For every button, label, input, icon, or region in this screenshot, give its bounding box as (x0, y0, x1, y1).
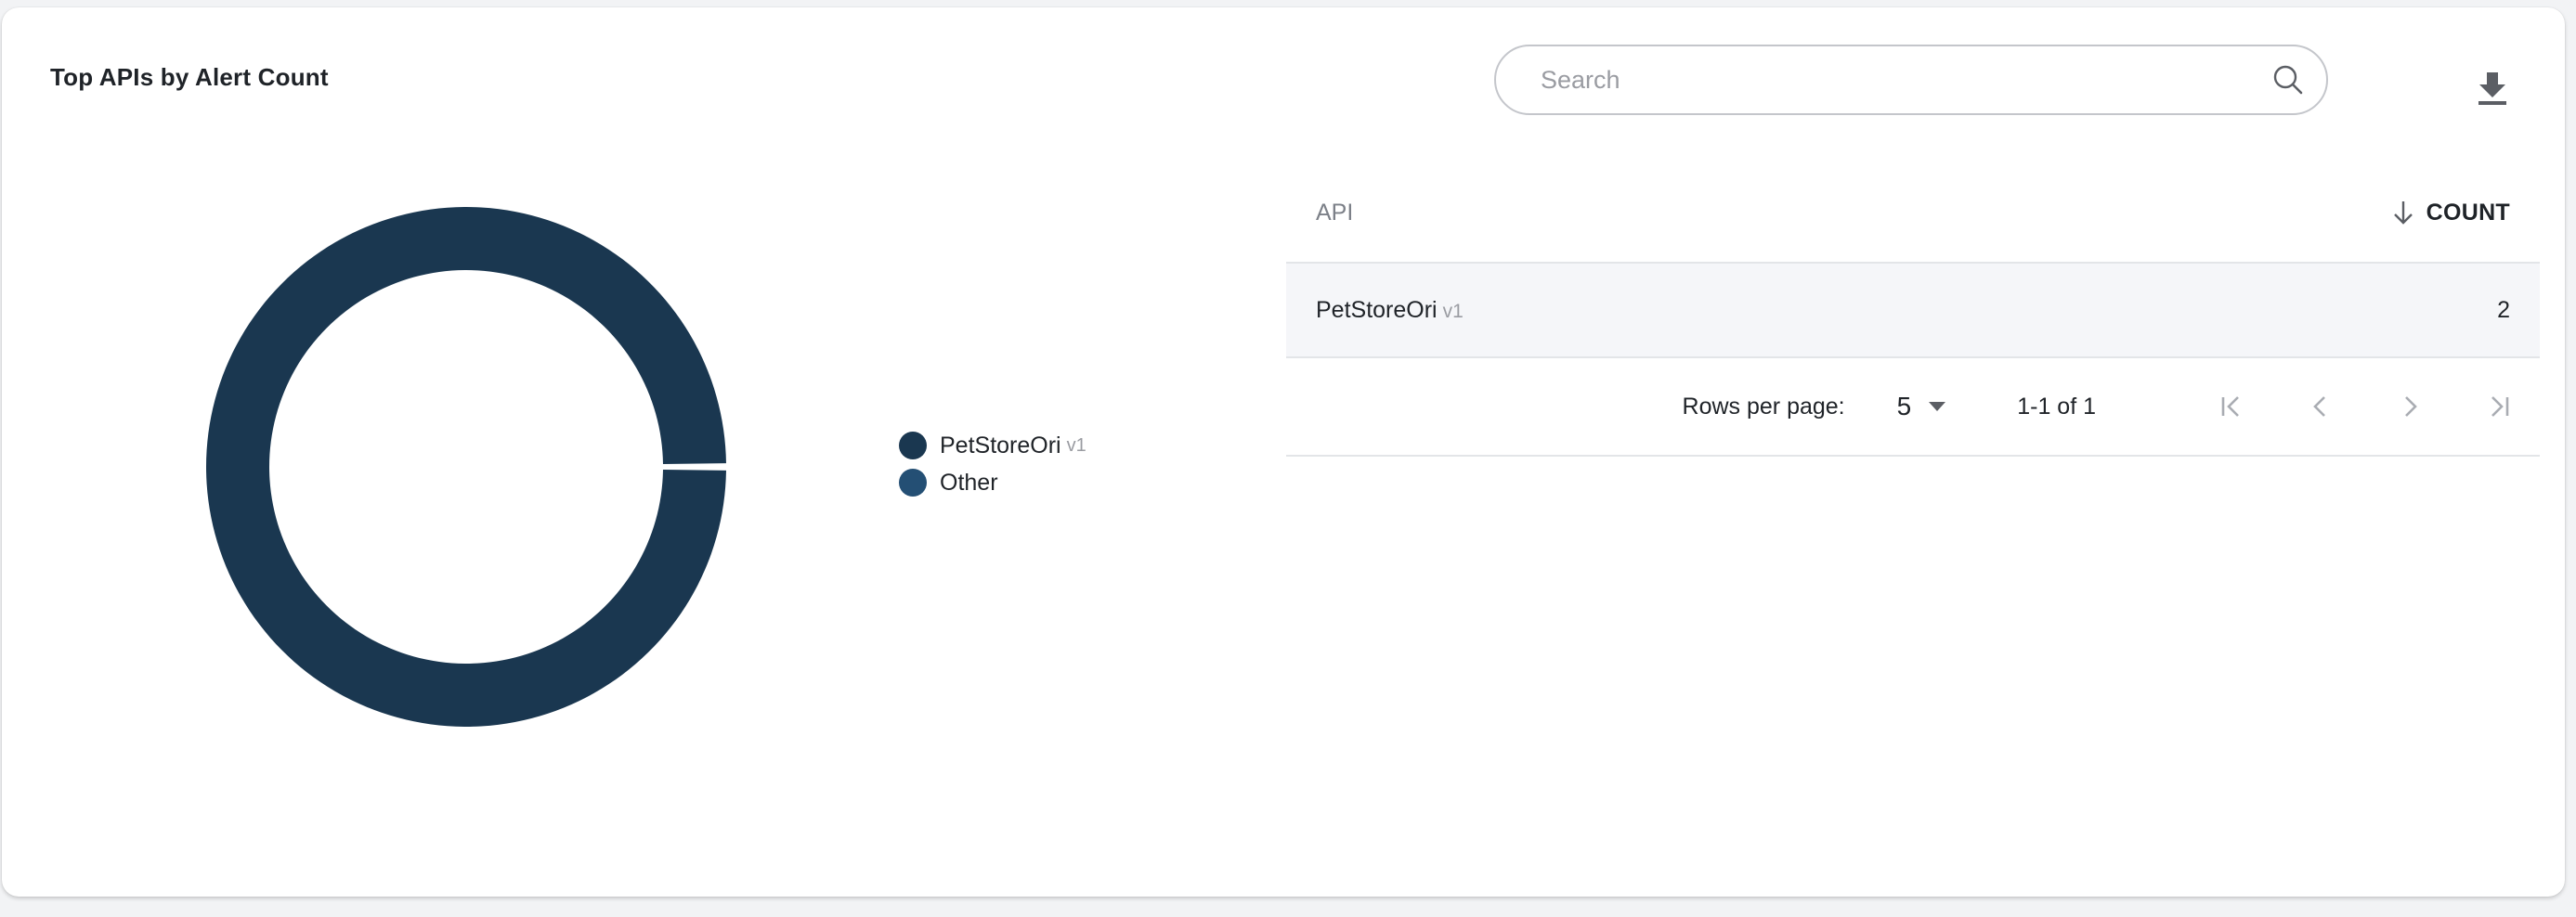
table-row[interactable]: PetStoreOri v1 2 (1286, 264, 2540, 358)
arrow-down-icon (2391, 199, 2415, 226)
search-icon[interactable] (2270, 62, 2306, 97)
rows-per-page-select[interactable]: 5 (1897, 392, 1947, 421)
api-table: API COUNT PetStoreOri v1 2 Rows per page: (1286, 163, 2540, 457)
last-page-button[interactable] (2480, 388, 2517, 425)
chevron-right-icon (2405, 396, 2417, 417)
chart-legend: PetStoreOri v1 Other (899, 427, 1086, 501)
caret-down-icon (1929, 402, 1946, 411)
next-page-button[interactable] (2391, 388, 2428, 425)
donut-slice-petstore[interactable] (205, 206, 726, 727)
column-header-count-label: COUNT (2426, 199, 2510, 226)
legend-label: PetStoreOri (940, 432, 1061, 458)
rows-per-page-value: 5 (1896, 392, 1912, 420)
column-header-api[interactable]: API (1316, 200, 1353, 226)
api-cell: PetStoreOri v1 (1316, 297, 1464, 324)
legend-label: Other (940, 469, 998, 496)
legend-version: v1 (1066, 434, 1086, 456)
download-icon[interactable] (2472, 67, 2513, 110)
search-input[interactable] (1539, 64, 2270, 96)
alert-count-card: Top APIs by Alert Count PetStoreOri v1 O… (2, 7, 2565, 897)
prev-page-button[interactable] (2302, 388, 2339, 425)
donut-chart (205, 206, 726, 727)
pagination: Rows per page: 5 1-1 of 1 (1286, 358, 2540, 457)
api-version: v1 (1442, 300, 1464, 322)
count-cell: 2 (2497, 296, 2510, 323)
legend-swatch (899, 432, 927, 459)
last-page-icon (2491, 396, 2509, 417)
first-page-button[interactable] (2213, 388, 2250, 425)
page-range: 1-1 of 1 (2017, 393, 2096, 420)
api-name: PetStoreOri (1316, 296, 1438, 323)
first-page-icon (2221, 396, 2239, 417)
legend-item-petstore[interactable]: PetStoreOri v1 (899, 427, 1086, 464)
rows-per-page-label: Rows per page: (1682, 393, 1845, 420)
column-header-count[interactable]: COUNT (2391, 199, 2510, 226)
search-box[interactable] (1494, 45, 2328, 115)
chevron-left-icon (2313, 396, 2325, 417)
card-title: Top APIs by Alert Count (50, 63, 329, 91)
legend-item-other[interactable]: Other (899, 464, 1086, 501)
legend-swatch (899, 469, 927, 497)
table-header: API COUNT (1286, 163, 2540, 264)
